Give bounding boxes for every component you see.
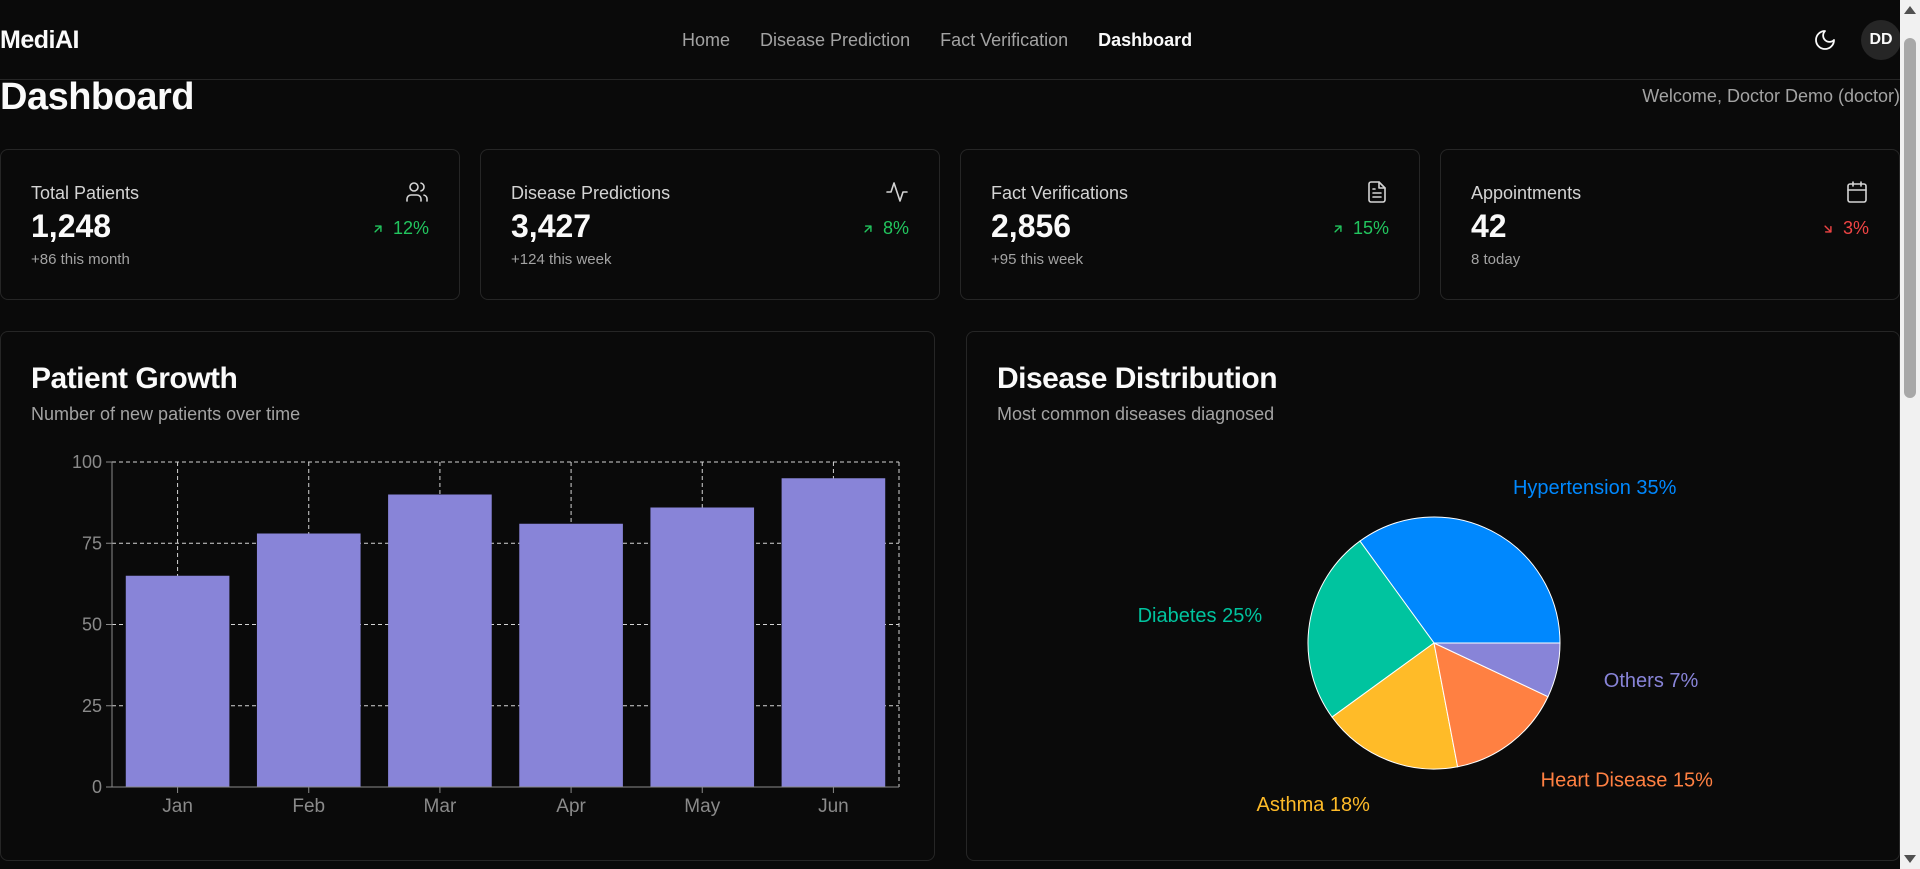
stat-trend-value: 15% bbox=[1352, 218, 1389, 238]
x-tick-label: Jan bbox=[162, 796, 193, 817]
stat-trend: 15% bbox=[1331, 218, 1389, 239]
welcome-message: Welcome, Doctor Demo (doctor) bbox=[1642, 86, 1900, 106]
theme-toggle-button[interactable] bbox=[1813, 28, 1837, 52]
pie-label: Heart Disease 15% bbox=[1541, 769, 1714, 791]
stat-title: Appointments bbox=[1471, 183, 1582, 203]
arrow-up-right-icon bbox=[864, 224, 872, 233]
file-text-icon bbox=[1368, 181, 1386, 203]
y-tick-label: 0 bbox=[92, 777, 102, 797]
pie-label: Diabetes 25% bbox=[1138, 605, 1263, 627]
arrow-up-right-icon bbox=[374, 224, 382, 233]
stat-subtext: +86 this month bbox=[31, 251, 130, 268]
stat-card-fact-verifications: Fact Verifications 2,856 15% +95 this we… bbox=[960, 149, 1420, 300]
scroll-up-arrow-icon[interactable] bbox=[1904, 6, 1916, 14]
stat-value: 42 bbox=[1471, 208, 1507, 244]
stat-trend: 8% bbox=[861, 218, 909, 239]
scrollbar-thumb[interactable] bbox=[1904, 38, 1916, 398]
stat-value: 2,856 bbox=[991, 208, 1072, 244]
stat-subtext: +124 this week bbox=[511, 251, 612, 268]
x-tick-label: Mar bbox=[424, 796, 457, 817]
bar-jan[interactable] bbox=[125, 575, 230, 787]
stat-subtext: +95 this week bbox=[991, 251, 1084, 268]
y-tick-label: 50 bbox=[82, 615, 102, 635]
stat-card-appointments: Appointments 42 3% 8 today bbox=[1440, 149, 1900, 300]
stat-value: 1,248 bbox=[31, 208, 112, 244]
patient-growth-bar-chart: 0 25 50 75 100 Jan Feb Mar Apr May Jun bbox=[72, 452, 900, 817]
calendar-icon bbox=[1847, 181, 1867, 203]
stat-trend-value: 12% bbox=[392, 218, 429, 238]
y-tick-label: 25 bbox=[82, 696, 102, 716]
stat-card-total-patients: Total Patients 1,248 12% +86 this month bbox=[0, 149, 460, 300]
patient-growth-panel: Patient Growth Number of new patients ov… bbox=[0, 331, 935, 861]
disease-distribution-pie-chart: Hypertension 35% Diabetes 25% Asthma 18% He… bbox=[1138, 477, 1714, 816]
nav-link-fact-verification[interactable]: Fact Verification bbox=[940, 30, 1068, 51]
x-tick-label: Apr bbox=[556, 796, 586, 817]
stat-card-disease-predictions: Disease Predictions 3,427 8% +124 this w… bbox=[480, 149, 940, 300]
nav-link-dashboard[interactable]: Dashboard bbox=[1098, 30, 1192, 51]
stat-trend: 12% bbox=[371, 218, 429, 239]
pie-label: Hypertension 35% bbox=[1513, 477, 1677, 499]
moon-icon bbox=[1815, 30, 1835, 50]
stat-trend-value: 8% bbox=[882, 218, 909, 238]
arrow-up-right-icon bbox=[1334, 224, 1342, 233]
stat-trend-value: 3% bbox=[1842, 218, 1869, 238]
x-tick-label: May bbox=[684, 796, 720, 817]
main-nav: Home Disease Prediction Fact Verificatio… bbox=[682, 30, 1192, 51]
arrow-down-right-icon bbox=[1824, 224, 1832, 233]
bar-mar[interactable] bbox=[388, 494, 492, 788]
stat-title: Disease Predictions bbox=[511, 183, 671, 203]
top-navbar: MediAI Home Disease Prediction Fact Veri… bbox=[0, 0, 1901, 80]
disease-distribution-panel: Disease Distribution Most common disease… bbox=[966, 331, 1900, 861]
stat-subtext: 8 today bbox=[1471, 251, 1521, 268]
scroll-down-arrow-icon[interactable] bbox=[1904, 855, 1916, 863]
pie-label: Asthma 18% bbox=[1257, 794, 1371, 816]
bar-may[interactable] bbox=[650, 507, 755, 788]
nav-link-home[interactable]: Home bbox=[682, 30, 730, 51]
user-avatar[interactable]: DD bbox=[1861, 20, 1901, 60]
bar-feb[interactable] bbox=[256, 533, 361, 788]
stat-title: Total Patients bbox=[31, 183, 140, 203]
y-tick-label: 100 bbox=[72, 452, 102, 472]
bar-jun[interactable] bbox=[781, 478, 886, 787]
app-logo[interactable]: MediAI bbox=[0, 26, 79, 55]
stat-value: 3,427 bbox=[511, 208, 592, 244]
stat-title: Fact Verifications bbox=[991, 183, 1129, 203]
stat-trend: 3% bbox=[1821, 218, 1869, 239]
x-tick-label: Jun bbox=[818, 796, 849, 817]
page-title: Dashboard bbox=[0, 76, 194, 118]
nav-link-disease-prediction[interactable]: Disease Prediction bbox=[760, 30, 910, 51]
page-scrollbar[interactable] bbox=[1900, 0, 1920, 869]
x-tick-label: Feb bbox=[292, 796, 325, 817]
bar-apr[interactable] bbox=[519, 523, 623, 787]
pie-label: Others 7% bbox=[1604, 670, 1699, 692]
y-tick-label: 75 bbox=[82, 533, 102, 553]
users-icon bbox=[406, 182, 428, 202]
activity-icon bbox=[886, 182, 908, 202]
